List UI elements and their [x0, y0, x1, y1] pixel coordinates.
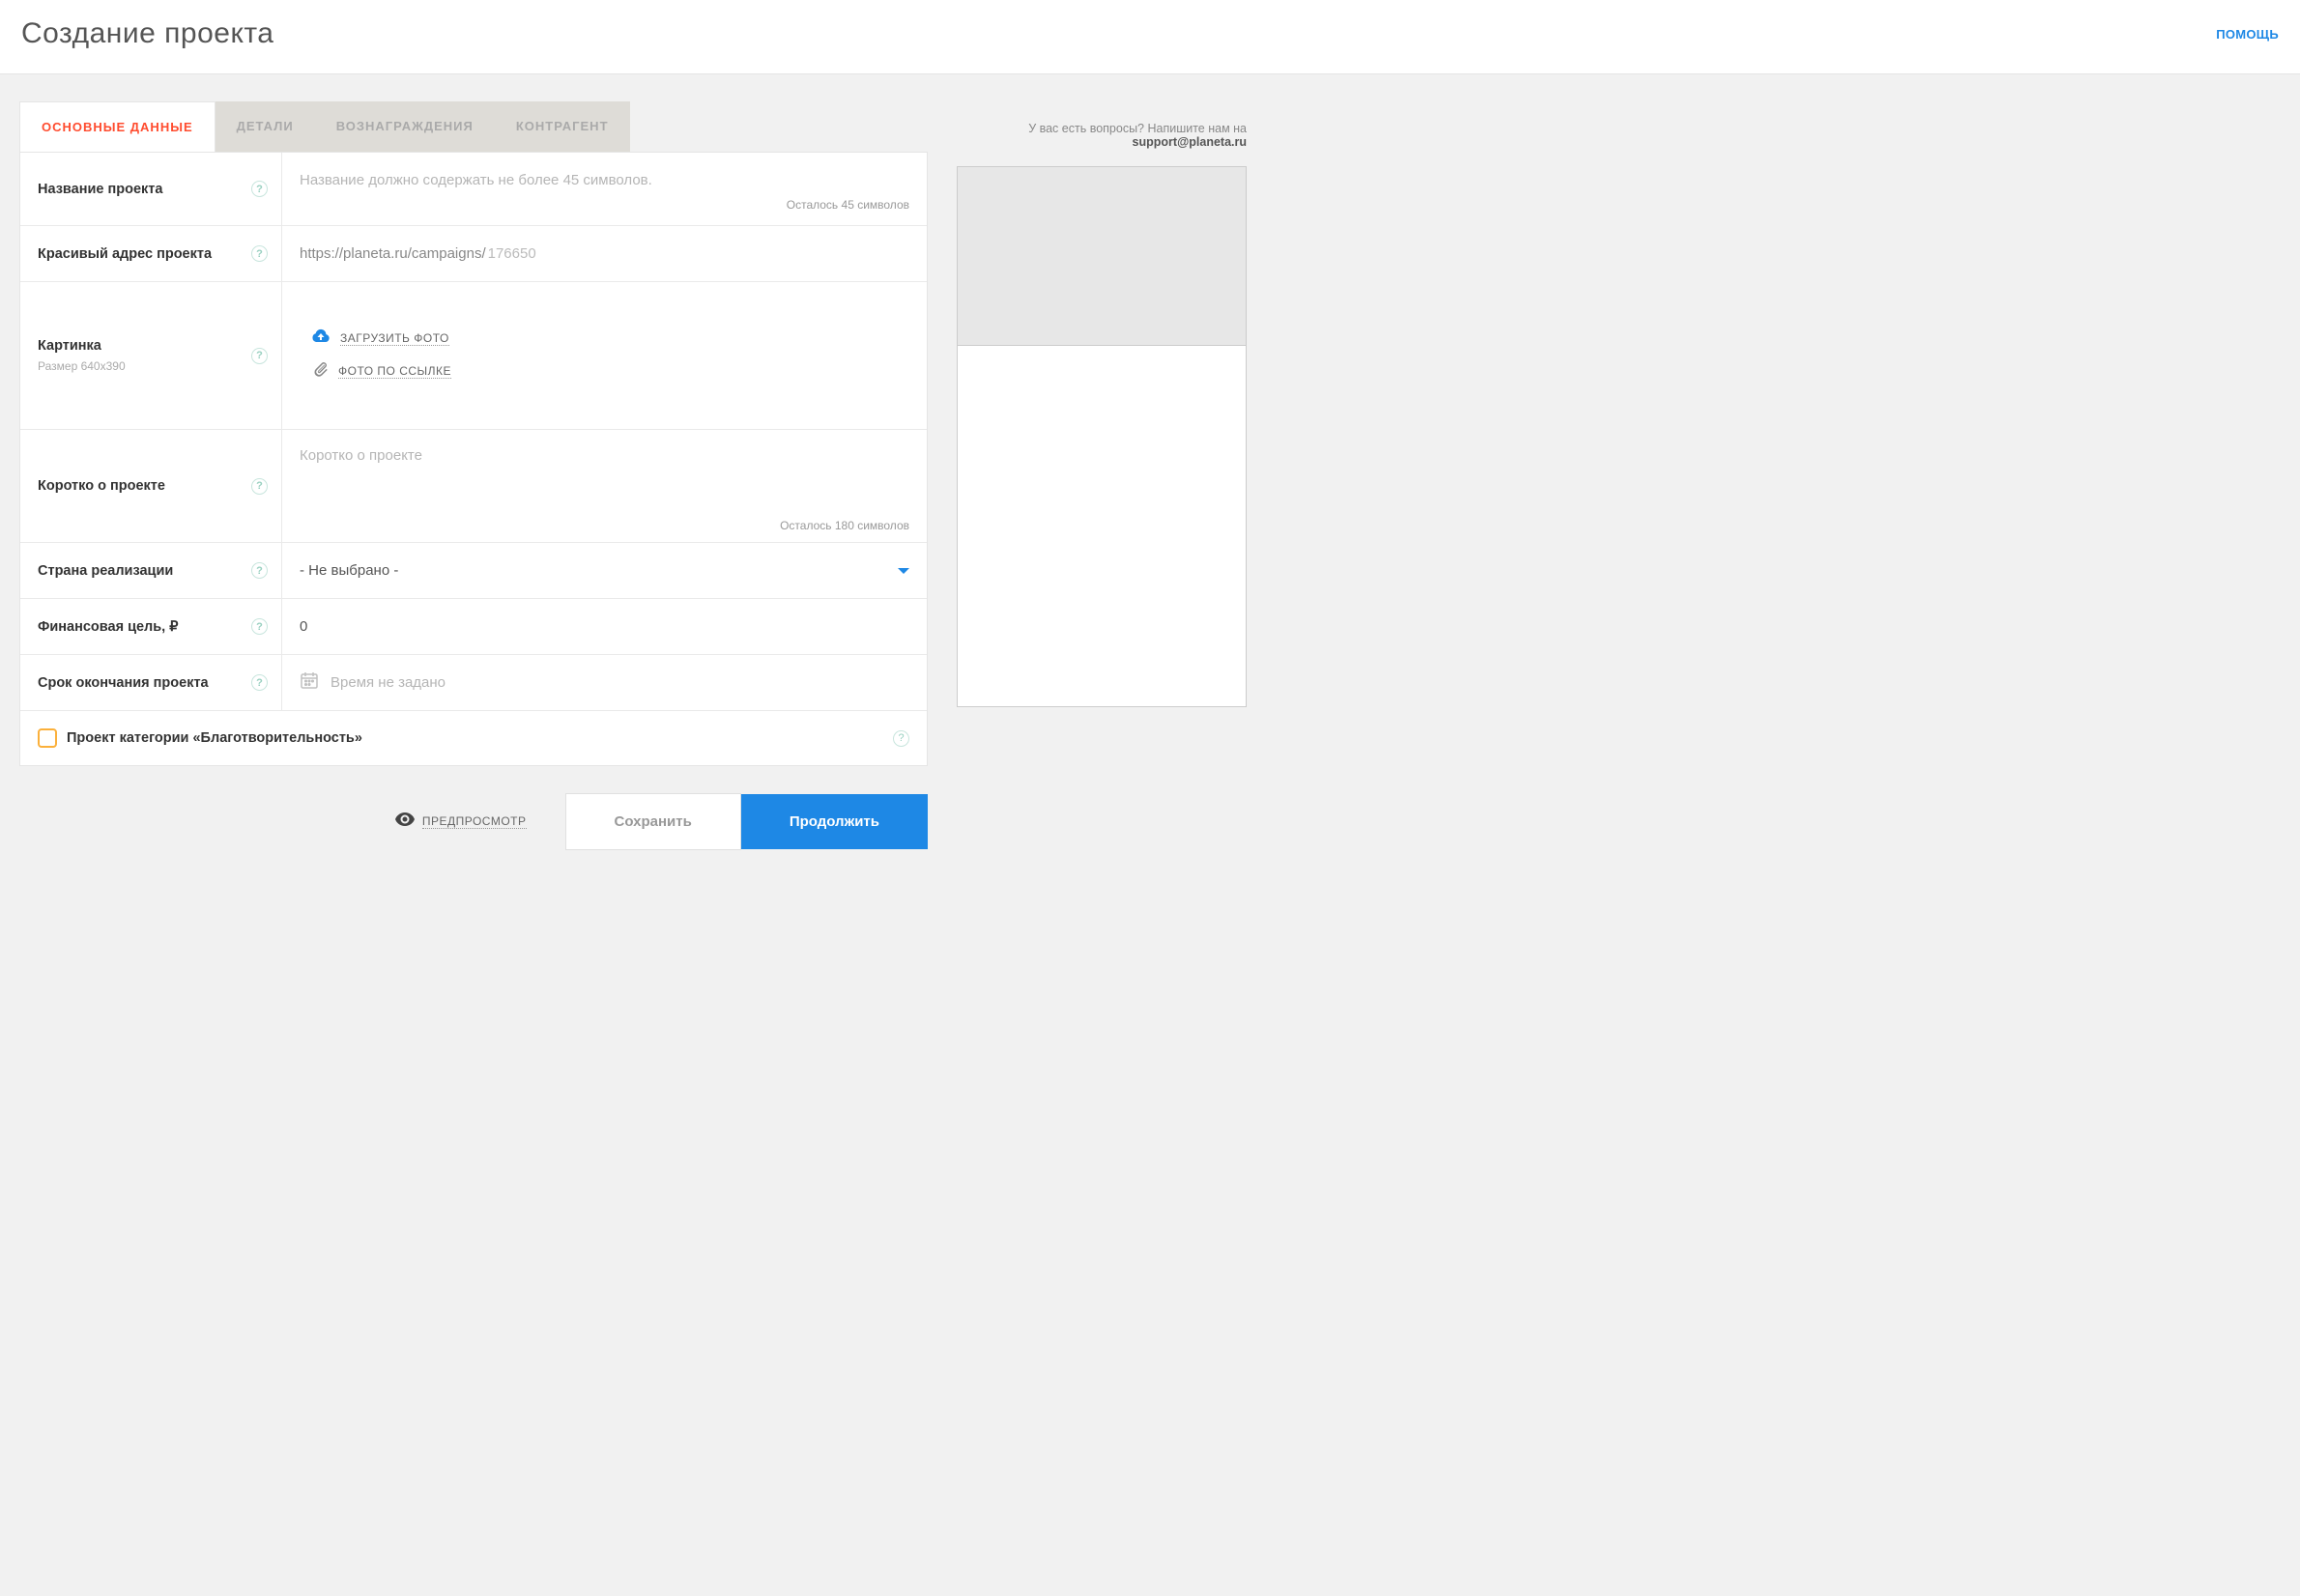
page-header: Создание проекта ПОМОЩЬ	[0, 0, 2300, 74]
url-slug[interactable]: 176650	[488, 245, 536, 262]
name-char-counter: Осталось 45 символов	[300, 198, 909, 212]
help-icon[interactable]: ?	[251, 478, 268, 495]
photo-link-label: ФОТО ПО ССЫЛКЕ	[338, 364, 451, 379]
cloud-upload-icon	[311, 328, 331, 349]
row-project-name: Название проекта ? Осталось 45 символов	[20, 153, 927, 226]
country-select[interactable]: - Не выбрано -	[300, 562, 909, 579]
preview-card	[957, 166, 1247, 707]
chevron-down-icon	[898, 568, 909, 574]
help-link[interactable]: ПОМОЩЬ	[2216, 27, 2279, 42]
calendar-icon	[300, 670, 319, 695]
footer-actions: ПРЕДПРОСМОТР Сохранить Продолжить	[19, 793, 928, 850]
project-name-input[interactable]	[300, 166, 909, 194]
brief-input[interactable]	[300, 447, 909, 515]
row-goal: Финансовая цель, ₽ ?	[20, 599, 927, 655]
row-charity: Проект категории «Благотворительность» ?	[20, 711, 927, 765]
row-project-url: Красивый адрес проекта ? https://planeta…	[20, 226, 927, 282]
charity-checkbox[interactable]	[38, 728, 57, 748]
help-icon[interactable]: ?	[251, 674, 268, 691]
deadline-placeholder: Время не задано	[331, 674, 446, 691]
tab-basic[interactable]: ОСНОВНЫЕ ДАННЫЕ	[19, 101, 216, 152]
tabs: ОСНОВНЫЕ ДАННЫЕ ДЕТАЛИ ВОЗНАГРАЖДЕНИЯ КО…	[19, 101, 928, 152]
label-country: Страна реализации	[38, 563, 173, 579]
preview-thumbnail	[958, 167, 1246, 346]
help-icon[interactable]: ?	[893, 730, 909, 747]
url-prefix: https://planeta.ru/campaigns/	[300, 245, 486, 262]
form-panel: Название проекта ? Осталось 45 символов …	[19, 152, 928, 766]
page-title: Создание проекта	[21, 17, 274, 50]
goal-input[interactable]	[300, 613, 909, 641]
paperclip-icon	[311, 360, 329, 383]
help-icon[interactable]: ?	[251, 618, 268, 635]
label-deadline: Срок окончания проекта	[38, 675, 209, 691]
brief-char-counter: Осталось 180 символов	[300, 519, 909, 532]
preview-button[interactable]: ПРЕДПРОСМОТР	[357, 812, 565, 831]
label-project-name: Название проекта	[38, 182, 162, 197]
help-icon[interactable]: ?	[251, 348, 268, 364]
help-icon[interactable]: ?	[251, 181, 268, 197]
photo-by-link-button[interactable]: ФОТО ПО ССЫЛКЕ	[311, 355, 909, 388]
row-country: Страна реализации ? - Не выбрано -	[20, 543, 927, 599]
label-goal: Финансовая цель, ₽	[38, 619, 178, 635]
preview-label: ПРЕДПРОСМОТР	[422, 814, 527, 829]
upload-photo-button[interactable]: ЗАГРУЗИТЬ ФОТО	[311, 323, 909, 355]
row-image: Картинка Размер 640х390 ? ЗАГРУЗИТЬ ФОТО	[20, 282, 927, 430]
support-text: У вас есть вопросы? Напишите нам на supp…	[957, 108, 1247, 166]
help-icon[interactable]: ?	[251, 245, 268, 262]
tab-rewards[interactable]: ВОЗНАГРАЖДЕНИЯ	[315, 101, 495, 152]
label-brief: Коротко о проекте	[38, 478, 165, 494]
continue-button[interactable]: Продолжить	[741, 794, 928, 849]
tab-counterparty[interactable]: КОНТРАГЕНТ	[495, 101, 630, 152]
upload-photo-label: ЗАГРУЗИТЬ ФОТО	[340, 331, 449, 346]
country-value: - Не выбрано -	[300, 562, 398, 579]
help-icon[interactable]: ?	[251, 562, 268, 579]
row-brief: Коротко о проекте ? Осталось 180 символо…	[20, 430, 927, 543]
label-image-size: Размер 640х390	[38, 359, 126, 373]
label-project-url: Красивый адрес проекта	[38, 246, 212, 262]
deadline-picker[interactable]: Время не задано	[300, 670, 909, 695]
label-charity: Проект категории «Благотворительность»	[67, 730, 362, 746]
save-button[interactable]: Сохранить	[565, 793, 741, 850]
tab-details[interactable]: ДЕТАЛИ	[216, 101, 315, 152]
row-deadline: Срок окончания проекта ? Время не задано	[20, 655, 927, 711]
support-email[interactable]: support@planeta.ru	[1133, 135, 1247, 149]
eye-icon	[395, 812, 415, 831]
label-image: Картинка	[38, 338, 126, 354]
